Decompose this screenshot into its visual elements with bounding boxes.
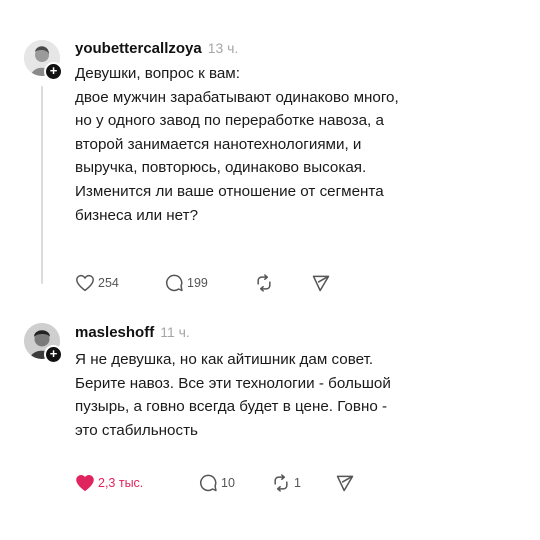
post-text: Девушки, вопрос к вам: двое мужчин зараб…: [75, 62, 399, 227]
share-button[interactable]: [335, 472, 355, 494]
post-text: Я не девушка, но как айтишник дам совет.…: [75, 348, 391, 442]
follow-plus-icon[interactable]: +: [44, 62, 63, 81]
post-header: masleshoff 11 ч.: [75, 324, 190, 341]
text-line: Берите навоз. Все эти технологии - больш…: [75, 374, 391, 392]
post-header: youbettercallzoya 13 ч.: [75, 40, 238, 57]
repost-button[interactable]: 1: [271, 472, 301, 494]
action-bar: 2,3 тыс. 10 1: [75, 472, 375, 494]
like-count: 2,3 тыс.: [98, 476, 144, 490]
text-line: второй занимается нанотехнологиями, и: [75, 135, 362, 153]
text-line: двое мужчин зарабатывают одинаково много…: [75, 88, 399, 106]
timestamp: 13 ч.: [207, 40, 239, 56]
reply-count: 10: [221, 476, 235, 490]
heart-icon: [76, 274, 94, 292]
follow-plus-icon[interactable]: +: [44, 345, 63, 364]
text-line: бизнеса или нет?: [75, 206, 199, 224]
thread-line: [41, 86, 43, 284]
repost-count: 1: [294, 476, 301, 490]
comment-icon: [165, 274, 183, 292]
reply-count: 199: [187, 276, 208, 290]
comment-icon: [199, 474, 217, 492]
text-line: это стабильность: [75, 421, 198, 439]
timestamp: 11 ч.: [160, 324, 190, 340]
username[interactable]: youbettercallzoya: [75, 40, 202, 57]
share-button[interactable]: [311, 272, 331, 294]
like-count: 254: [98, 276, 119, 290]
text-line: но у одного завод по переработке навоза,…: [75, 112, 384, 130]
send-icon: [336, 475, 354, 492]
repost-icon: [257, 274, 271, 292]
repost-button[interactable]: [254, 272, 274, 294]
text-line: Девушки, вопрос к вам:: [75, 65, 240, 82]
repost-icon: [274, 474, 288, 492]
reply-button[interactable]: 199: [164, 272, 208, 294]
send-icon: [312, 275, 330, 292]
like-button[interactable]: 254: [75, 272, 119, 294]
text-line: Изменится ли ваше отношение от сегмента: [75, 182, 384, 200]
reply-button[interactable]: 10: [198, 472, 235, 494]
text-line: выручка, повторюсь, одинаково высокая.: [75, 159, 367, 177]
username[interactable]: masleshoff: [75, 324, 154, 341]
action-bar: 254 199: [75, 272, 375, 294]
like-button[interactable]: 2,3 тыс.: [75, 472, 143, 494]
text-line: Я не девушка, но как айтишник дам совет.: [75, 351, 374, 368]
text-line: пузырь, а говно всегда будет в цене. Гов…: [75, 398, 388, 416]
heart-filled-icon: [76, 475, 94, 491]
